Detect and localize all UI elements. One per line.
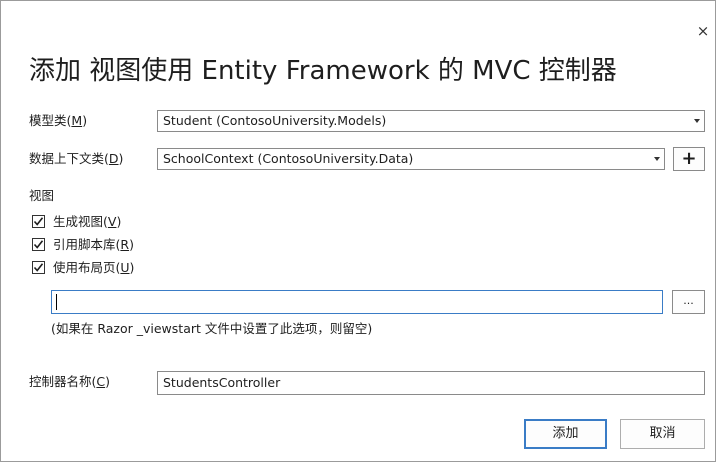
- generate-views-checkbox[interactable]: [32, 215, 45, 228]
- check-icon: [33, 263, 44, 272]
- generate-views-label-text: 生成视图(: [53, 214, 108, 229]
- data-context-label-end: ): [118, 151, 124, 166]
- chevron-down-icon: [694, 119, 700, 123]
- add-controller-dialog: × 添加 视图使用 Entity Framework 的 MVC 控制器 模型类…: [0, 0, 716, 462]
- model-class-value: Student (ContosoUniversity.Models): [163, 113, 387, 128]
- reference-scripts-label-end: ): [129, 237, 134, 252]
- layout-page-input[interactable]: [51, 290, 663, 314]
- controller-name-value: StudentsController: [163, 375, 281, 390]
- ellipsis-icon: ...: [683, 294, 694, 307]
- data-context-label: 数据上下文类(D): [29, 151, 123, 167]
- controller-name-label-end: ): [105, 374, 111, 389]
- plus-icon: +: [681, 148, 697, 169]
- model-class-label-text: 模型类(: [29, 113, 72, 128]
- close-icon: ×: [696, 22, 710, 40]
- use-layout-label-end: ): [129, 260, 135, 275]
- check-icon: [33, 240, 44, 249]
- reference-scripts-checkbox[interactable]: [32, 238, 45, 251]
- cancel-button[interactable]: 取消: [620, 419, 705, 449]
- dialog-title: 添加 视图使用 Entity Framework 的 MVC 控制器: [29, 56, 617, 86]
- reference-scripts-accel: R: [120, 237, 130, 252]
- text-caret: [56, 294, 57, 310]
- use-layout-label: 使用布局页(U): [53, 260, 134, 276]
- generate-views-label-end: ): [116, 214, 122, 229]
- chevron-down-icon: [654, 157, 660, 161]
- layout-hint-text: (如果在 Razor _viewstart 文件中设置了此选项，则留空): [51, 321, 373, 336]
- reference-scripts-label-text: 引用脚本库(: [53, 237, 121, 252]
- model-class-accel: M: [71, 113, 83, 128]
- model-class-select[interactable]: Student (ContosoUniversity.Models): [157, 110, 705, 132]
- controller-name-input[interactable]: StudentsController: [157, 371, 705, 395]
- controller-name-accel: C: [96, 374, 106, 389]
- data-context-accel: D: [108, 151, 119, 166]
- controller-name-label-text: 控制器名称(: [29, 374, 97, 389]
- add-button[interactable]: 添加: [524, 419, 607, 449]
- browse-layout-button[interactable]: ...: [672, 290, 705, 314]
- data-context-label-text: 数据上下文类(: [29, 151, 109, 166]
- views-heading: 视图: [29, 188, 55, 203]
- use-layout-accel: U: [120, 260, 130, 275]
- controller-name-label: 控制器名称(C): [29, 374, 110, 390]
- model-class-label-end: ): [82, 113, 88, 128]
- check-icon: [33, 217, 44, 226]
- add-data-context-button[interactable]: +: [673, 147, 705, 171]
- data-context-value: SchoolContext (ContosoUniversity.Data): [163, 151, 414, 166]
- reference-scripts-label: 引用脚本库(R): [53, 237, 134, 253]
- data-context-select[interactable]: SchoolContext (ContosoUniversity.Data): [157, 148, 665, 170]
- use-layout-checkbox[interactable]: [32, 261, 45, 274]
- close-button[interactable]: ×: [695, 23, 711, 39]
- model-class-label: 模型类(M): [29, 113, 87, 129]
- generate-views-label: 生成视图(V): [53, 214, 121, 230]
- use-layout-label-text: 使用布局页(: [53, 260, 121, 275]
